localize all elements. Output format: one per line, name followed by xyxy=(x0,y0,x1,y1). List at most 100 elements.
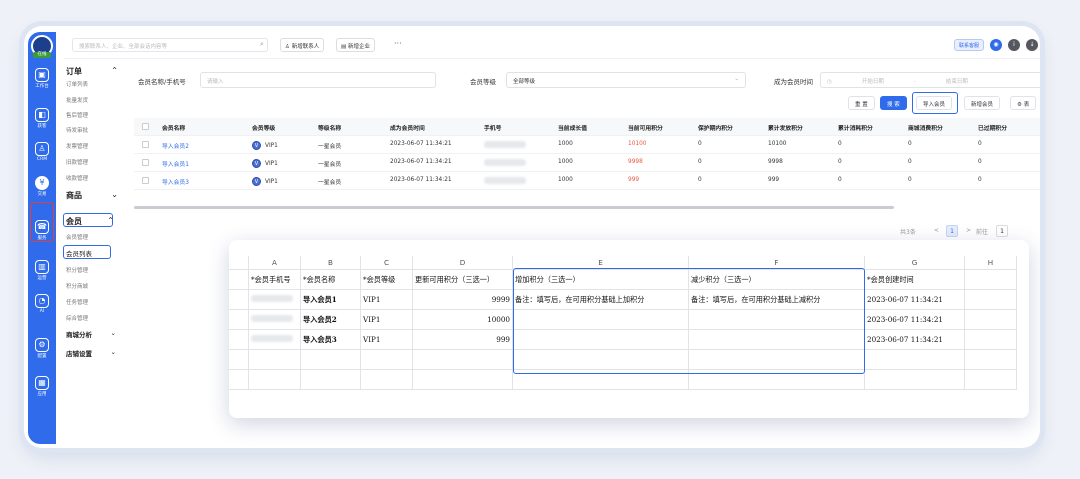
sheet-cell[interactable]: 2023-06-07 11:34:21 xyxy=(865,290,965,310)
sheet-empty-cell[interactable] xyxy=(249,350,301,370)
sheet-cell[interactable]: 10000 xyxy=(413,310,513,330)
sheet-cell[interactable]: VIP1 xyxy=(361,290,413,310)
sheet-row-number[interactable] xyxy=(229,290,249,310)
sheet-cell[interactable]: 2023-06-07 11:34:21 xyxy=(865,330,965,350)
sheet-empty-cell[interactable] xyxy=(865,350,965,370)
subnav-item-batch-ship[interactable]: 批量发货 xyxy=(66,96,88,104)
prev-page-button[interactable]: < xyxy=(934,227,939,234)
add-company-button[interactable]: ▤ 新增企业 xyxy=(336,38,375,52)
subnav-group-members[interactable]: 会员 ⌃ xyxy=(66,216,122,227)
rail-item-acquire[interactable]: ◧ 获客 xyxy=(28,108,56,129)
rail-item-workbench[interactable]: ▣ 工作台 xyxy=(28,68,56,89)
member-name-link[interactable]: 导入会员2 xyxy=(162,141,189,150)
name-phone-input[interactable]: 请输入 xyxy=(200,72,436,88)
sheet-header-cell[interactable]: *会员名称 xyxy=(301,270,361,290)
sheet-empty-cell[interactable] xyxy=(965,350,1017,370)
subnav-item-old-payment[interactable]: 旧款管理 xyxy=(66,158,88,166)
sheet-cell[interactable]: VIP1 xyxy=(361,310,413,330)
sheet-empty-cell[interactable] xyxy=(229,370,249,390)
sheet-empty-cell[interactable] xyxy=(965,370,1017,390)
add-contact-button[interactable]: ♙ 新增联系人 xyxy=(280,38,325,52)
subnav-item-receipts[interactable]: 收款管理 xyxy=(66,174,88,182)
sheet-empty-cell[interactable] xyxy=(249,370,301,390)
table-row[interactable]: 导入会员3 V VIP1 一星会员 2023-06-07 11:34:21 1000 999… xyxy=(134,172,1040,190)
subnav-item-invoice[interactable]: 发票管理 xyxy=(66,142,88,150)
subnav-group-goods[interactable]: 商品 ⌄ xyxy=(66,190,122,201)
column-letter-col-h[interactable]: H xyxy=(965,256,1017,270)
table-row[interactable]: 导入会员1 V VIP1 一星会员 2023-06-07 11:34:21 1000 999… xyxy=(134,154,1040,172)
sheet-empty-cell[interactable] xyxy=(361,370,413,390)
subnav-item-tasks[interactable]: 任务管理 xyxy=(66,298,88,306)
subnav-item-member-manage[interactable]: 会员管理 xyxy=(66,233,88,241)
sheet-cell[interactable] xyxy=(965,310,1017,330)
rail-item-ai[interactable]: ◔ AI xyxy=(28,294,56,314)
sheet-row-number[interactable] xyxy=(229,330,249,350)
select-all-checkbox[interactable] xyxy=(142,123,149,130)
sheet-cell[interactable] xyxy=(965,330,1017,350)
sheet-cell[interactable]: 999 xyxy=(413,330,513,350)
sheet-header-cell[interactable]: 更新可用积分（三选一） xyxy=(413,270,513,290)
subnav-item-points[interactable]: 积分管理 xyxy=(66,266,88,274)
sheet-cell[interactable] xyxy=(965,290,1017,310)
date-range-picker[interactable]: ◷ 开始日期 - 结束日期 xyxy=(820,72,1040,88)
search-button[interactable]: 搜 索 xyxy=(880,96,907,110)
subnav-group-orders[interactable]: 订单 ⌃ xyxy=(66,66,122,77)
sheet-cell[interactable]: 导入会员1 xyxy=(301,290,361,310)
sheet-cell[interactable]: 导入会员2 xyxy=(301,310,361,330)
column-letter-col-b[interactable]: B xyxy=(301,256,361,270)
search-icon[interactable]: ⌕ xyxy=(260,40,264,49)
sheet-empty-cell[interactable] xyxy=(413,350,513,370)
sheet-row-number[interactable] xyxy=(229,270,249,290)
sheet-cell[interactable]: 9999 xyxy=(413,290,513,310)
sheet-phone-redacted[interactable] xyxy=(249,290,301,310)
reset-button[interactable]: 重 置 xyxy=(848,96,875,110)
subnav-item-member-list[interactable]: 会员列表 xyxy=(66,248,92,258)
sheet-cell[interactable]: 导入会员3 xyxy=(301,330,361,350)
horizontal-scrollbar[interactable] xyxy=(134,206,894,209)
row-checkbox[interactable] xyxy=(142,159,149,166)
rail-item-apps[interactable]: ▦ 应用 xyxy=(28,376,56,397)
table-row[interactable]: 导入会员2 V VIP1 一星会员 2023-06-07 11:34:21 1000 101… xyxy=(134,136,1040,154)
sheet-header-cell[interactable]: *会员等级 xyxy=(361,270,413,290)
sheet-header-cell[interactable]: *会员创建时间 xyxy=(865,270,965,290)
add-member-button[interactable]: 新增会员 xyxy=(964,96,1001,110)
global-search-input[interactable]: 搜索联系人、企业、全部会话内容等 xyxy=(72,38,268,52)
column-letter-col-g[interactable]: G xyxy=(865,256,965,270)
level-select[interactable]: 全部等级 ⌄ xyxy=(506,72,746,88)
table-settings-button[interactable]: ⚙ 表 xyxy=(1010,96,1037,110)
column-letter-row-header[interactable] xyxy=(229,256,249,270)
subnav-item-pending-approval[interactable]: 待发审批 xyxy=(66,126,88,134)
sheet-cell[interactable]: 2023-06-07 11:34:21 xyxy=(865,310,965,330)
subnav-group-store[interactable]: 店铺设置 ⌄ xyxy=(66,348,122,358)
goto-page-input[interactable]: 1 xyxy=(996,225,1008,237)
row-checkbox[interactable] xyxy=(142,177,149,184)
sheet-phone-redacted[interactable] xyxy=(249,330,301,350)
sheet-row-number[interactable] xyxy=(229,310,249,330)
sheet-phone-redacted[interactable] xyxy=(249,310,301,330)
rail-item-trade[interactable]: ¥ 交易 xyxy=(28,176,56,197)
more-icon[interactable]: ··· xyxy=(394,39,402,48)
rail-item-operate[interactable]: ▥ 运营 xyxy=(28,260,56,281)
info-icon[interactable]: i xyxy=(1008,39,1020,51)
rail-item-crm[interactable]: ♙ CRM xyxy=(28,142,56,162)
subnav-item-points-mall[interactable]: 积分商城 xyxy=(66,282,88,290)
subnav-item-general[interactable]: 综合管理 xyxy=(66,314,88,322)
assistant-icon[interactable]: ◉ xyxy=(990,39,1002,51)
sheet-empty-cell[interactable] xyxy=(413,370,513,390)
sheet-empty-cell[interactable] xyxy=(301,350,361,370)
download-icon[interactable]: ↓ xyxy=(1026,39,1038,51)
subnav-item-order-list[interactable]: 订单列表 xyxy=(66,80,88,88)
sheet-header-cell[interactable]: *会员手机号 xyxy=(249,270,301,290)
sheet-cell[interactable]: VIP1 xyxy=(361,330,413,350)
sheet-empty-cell[interactable] xyxy=(361,350,413,370)
import-members-button[interactable]: 导入会员 xyxy=(916,96,953,110)
sheet-header-cell[interactable] xyxy=(965,270,1017,290)
subnav-item-after-sale[interactable]: 售后管理 xyxy=(66,111,88,119)
rail-item-config[interactable]: ⚙ 配置 xyxy=(28,338,56,359)
next-page-button[interactable]: > xyxy=(966,227,971,234)
sheet-empty-cell[interactable] xyxy=(865,370,965,390)
contact-service-button[interactable]: 联系客服 xyxy=(954,39,985,51)
subnav-group-analytics[interactable]: 商城分析 ⌄ xyxy=(66,329,122,339)
column-letter-col-c[interactable]: C xyxy=(361,256,413,270)
column-letter-col-d[interactable]: D xyxy=(413,256,513,270)
